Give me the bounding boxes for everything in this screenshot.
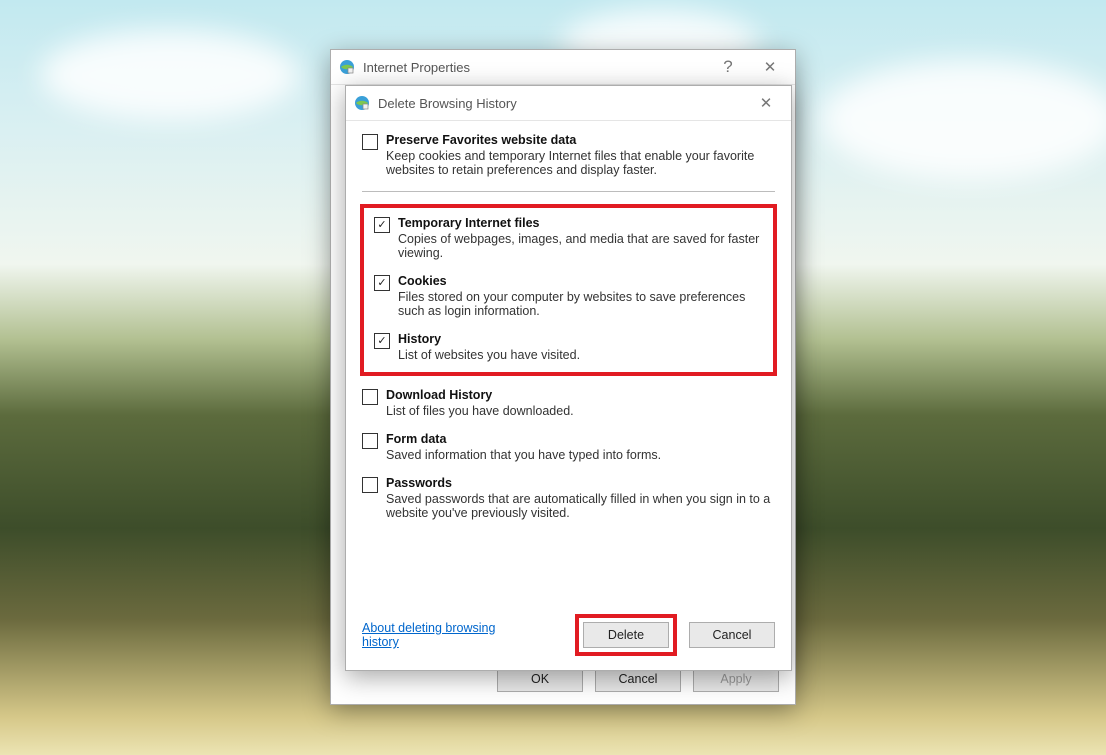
option-label: History <box>398 332 763 346</box>
separator <box>362 191 775 192</box>
option-label: Cookies <box>398 274 763 288</box>
option-description: List of websites you have visited. <box>398 348 763 362</box>
option-description: Copies of webpages, images, and media th… <box>398 232 763 260</box>
dialog-footer: About deleting browsing history Delete C… <box>362 614 775 656</box>
option-passwords: Passwords Saved passwords that are autom… <box>362 476 775 520</box>
option-label: Form data <box>386 432 775 446</box>
option-label: Download History <box>386 388 775 402</box>
option-description: Keep cookies and temporary Internet file… <box>386 149 775 177</box>
checkbox-preserve-favorites[interactable] <box>362 134 378 150</box>
checkbox-download-history[interactable] <box>362 389 378 405</box>
close-button[interactable]: ✕ <box>749 94 783 112</box>
checkbox-temp-files[interactable]: ✓ <box>374 217 390 233</box>
option-label: Passwords <box>386 476 775 490</box>
help-button[interactable]: ? <box>711 57 745 77</box>
delete-button-highlight: Delete <box>575 614 677 656</box>
option-description: Files stored on your computer by website… <box>398 290 763 318</box>
option-label: Preserve Favorites website data <box>386 133 775 147</box>
titlebar[interactable]: Internet Properties ? ✕ <box>331 50 795 85</box>
option-description: Saved information that you have typed in… <box>386 448 775 462</box>
checkbox-cookies[interactable]: ✓ <box>374 275 390 291</box>
delete-browsing-history-dialog: Delete Browsing History ✕ Preserve Favor… <box>345 85 792 671</box>
option-cookies: ✓ Cookies Files stored on your computer … <box>374 274 763 318</box>
cloud-decoration <box>820 60 1106 180</box>
cancel-button[interactable]: Cancel <box>689 622 775 648</box>
option-description: Saved passwords that are automatically f… <box>386 492 775 520</box>
checkbox-form-data[interactable] <box>362 433 378 449</box>
option-form-data: Form data Saved information that you hav… <box>362 432 775 462</box>
highlighted-options-group: ✓ Temporary Internet files Copies of web… <box>360 204 777 376</box>
option-preserve-favorites: Preserve Favorites website data Keep coo… <box>362 133 775 177</box>
window-title: Internet Properties <box>363 60 470 75</box>
desktop-background: Internet Properties ? ✕ OK Cancel Apply … <box>0 0 1106 755</box>
globe-icon <box>339 59 355 75</box>
option-download-history: Download History List of files you have … <box>362 388 775 418</box>
globe-icon <box>354 95 370 111</box>
delete-button[interactable]: Delete <box>583 622 669 648</box>
cloud-decoration <box>40 30 300 120</box>
checkbox-history[interactable]: ✓ <box>374 333 390 349</box>
close-button[interactable]: ✕ <box>753 58 787 76</box>
titlebar[interactable]: Delete Browsing History ✕ <box>346 86 791 121</box>
dialog-title: Delete Browsing History <box>378 96 517 111</box>
checkbox-passwords[interactable] <box>362 477 378 493</box>
option-description: List of files you have downloaded. <box>386 404 775 418</box>
dialog-body: Preserve Favorites website data Keep coo… <box>346 121 791 544</box>
option-history: ✓ History List of websites you have visi… <box>374 332 763 362</box>
option-temporary-internet-files: ✓ Temporary Internet files Copies of web… <box>374 216 763 260</box>
about-deleting-history-link[interactable]: About deleting browsing history <box>362 621 522 649</box>
option-label: Temporary Internet files <box>398 216 763 230</box>
